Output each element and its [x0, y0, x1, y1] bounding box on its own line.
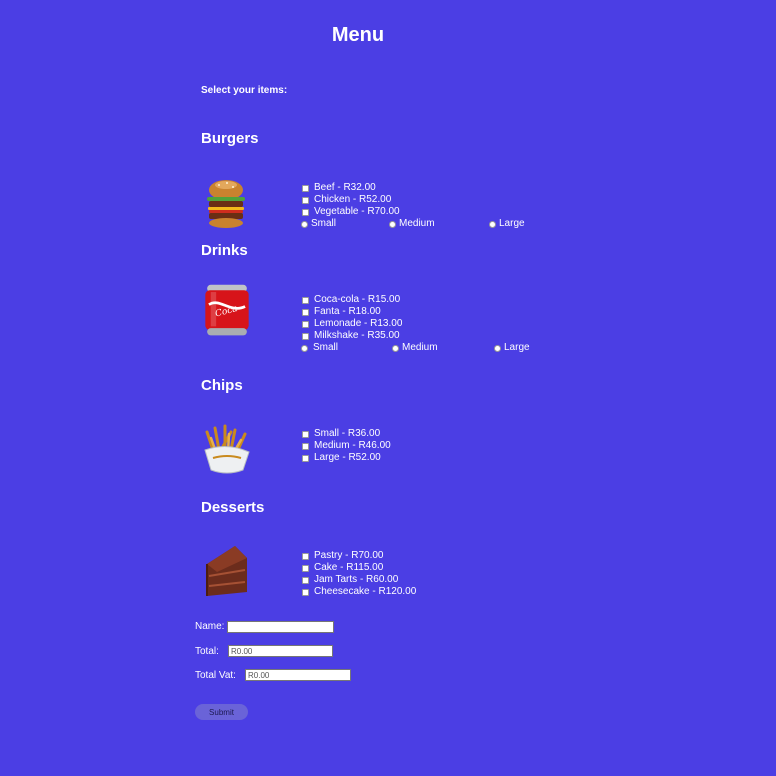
cake-slice-icon	[206, 546, 247, 596]
drink-option-coca-cola[interactable]: Coca-cola - R15.00	[301, 294, 541, 306]
checkbox[interactable]	[302, 308, 309, 316]
burger-size-group: Small Medium Large	[301, 218, 541, 230]
page-title: Menu	[331, 24, 385, 46]
name-label: Name:	[195, 621, 225, 632]
checkbox[interactable]	[302, 332, 309, 340]
chips-option-small[interactable]: Small - R36.00	[301, 428, 391, 440]
dessert-option-cheesecake[interactable]: Cheesecake - R120.00	[301, 586, 416, 598]
burger-icon	[207, 180, 245, 228]
radio-button[interactable]	[301, 344, 308, 352]
submit-button[interactable]: Submit	[195, 704, 248, 720]
drink-option-milkshake[interactable]: Milkshake - R35.00	[301, 330, 541, 342]
total-vat-label: Total Vat:	[195, 670, 236, 681]
soda-can-icon: Coca	[205, 284, 249, 336]
drink-size-large[interactable]: Large	[494, 342, 530, 354]
desserts-heading: Desserts	[201, 499, 265, 516]
checkbox[interactable]	[302, 564, 309, 572]
dessert-option-jam-tarts[interactable]: Jam Tarts - R60.00	[301, 574, 416, 586]
fries-icon	[204, 424, 250, 474]
dessert-option-pastry[interactable]: Pastry - R70.00	[301, 550, 416, 562]
drink-size-small[interactable]: Small	[301, 342, 338, 354]
burger-size-large[interactable]: Large	[489, 218, 525, 230]
burger-size-medium[interactable]: Medium	[389, 218, 435, 230]
total-field[interactable]: R0.00	[228, 645, 333, 657]
name-input[interactable]	[227, 621, 334, 633]
total-label: Total:	[195, 646, 219, 657]
checkbox[interactable]	[302, 184, 309, 192]
checkbox[interactable]	[302, 576, 309, 584]
radio-button[interactable]	[392, 344, 399, 352]
drink-size-group: Small Medium Large	[301, 342, 541, 354]
chips-heading: Chips	[201, 377, 243, 394]
checkbox[interactable]	[302, 320, 309, 328]
burger-option-beef[interactable]: Beef - R32.00	[301, 182, 541, 194]
select-items-label: Select your items:	[201, 85, 288, 96]
drinks-heading: Drinks	[201, 242, 248, 259]
burgers-heading: Burgers	[201, 130, 259, 147]
burger-option-vegetable[interactable]: Vegetable - R70.00	[301, 206, 541, 218]
checkbox[interactable]	[302, 296, 309, 304]
radio-button[interactable]	[494, 344, 501, 352]
dessert-option-cake[interactable]: Cake - R115.00	[301, 562, 416, 574]
drink-option-fanta[interactable]: Fanta - R18.00	[301, 306, 541, 318]
drink-size-medium[interactable]: Medium	[392, 342, 438, 354]
checkbox[interactable]	[302, 430, 309, 438]
checkbox[interactable]	[302, 588, 309, 596]
burger-size-small[interactable]: Small	[301, 218, 336, 230]
checkbox[interactable]	[302, 196, 309, 204]
chip-options: Small - R36.00 Medium - R46.00 Large - R…	[301, 428, 391, 464]
checkbox[interactable]	[302, 552, 309, 560]
burger-option-chicken[interactable]: Chicken - R52.00	[301, 194, 541, 206]
checkbox[interactable]	[302, 442, 309, 450]
radio-button[interactable]	[489, 220, 496, 228]
radio-button[interactable]	[301, 220, 308, 228]
drink-option-lemonade[interactable]: Lemonade - R13.00	[301, 318, 541, 330]
chips-option-large[interactable]: Large - R52.00	[301, 452, 391, 464]
checkbox[interactable]	[302, 454, 309, 462]
chips-option-medium[interactable]: Medium - R46.00	[301, 440, 391, 452]
total-vat-field[interactable]: R0.00	[245, 669, 351, 681]
drink-options: Coca-cola - R15.00 Fanta - R18.00 Lemona…	[301, 294, 541, 354]
dessert-options: Pastry - R70.00 Cake - R115.00 Jam Tarts…	[301, 550, 416, 598]
radio-button[interactable]	[389, 220, 396, 228]
burger-options: Beef - R32.00 Chicken - R52.00 Vegetable…	[301, 182, 541, 230]
checkbox[interactable]	[302, 208, 309, 216]
